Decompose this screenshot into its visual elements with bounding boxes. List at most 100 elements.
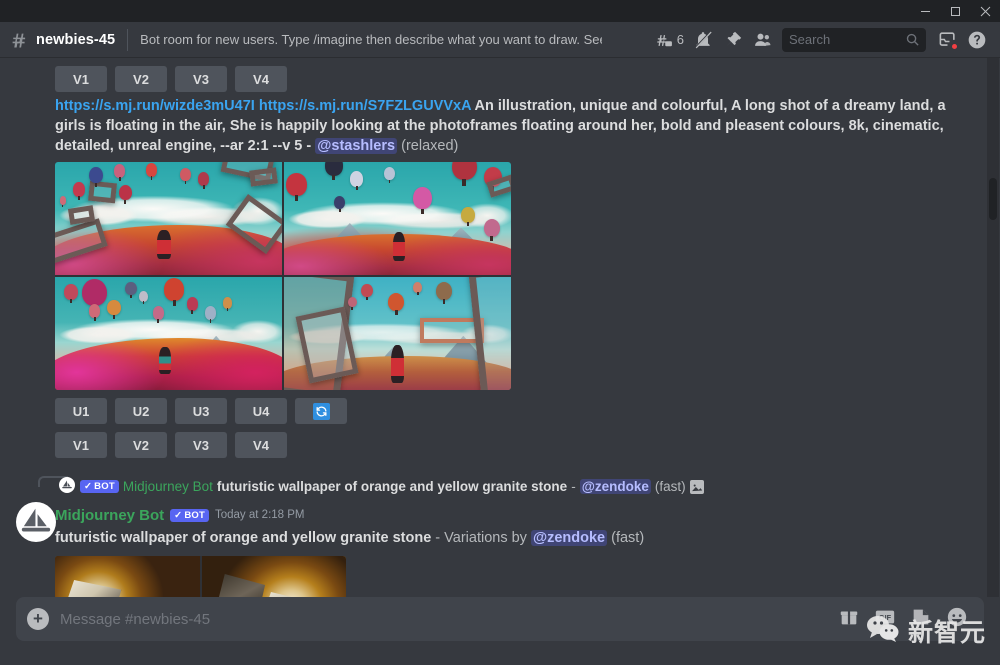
- balloon: [73, 182, 84, 197]
- grid-image-3[interactable]: [55, 277, 282, 390]
- image-attachment-grid[interactable]: [0, 548, 987, 597]
- discord-window: newbies-45 Bot room for new users. Type …: [0, 0, 1000, 665]
- header-icon-group: 6 Search: [652, 26, 992, 54]
- reply-mode: (fast): [655, 479, 686, 494]
- message-timestamp: Today at 2:18 PM: [215, 509, 305, 521]
- verified-check-icon: ✓: [84, 481, 92, 492]
- button-v3[interactable]: V3: [175, 66, 227, 92]
- message-header: Midjourney Bot ✓BOT Today at 2:18 PM: [0, 504, 987, 526]
- user-mention[interactable]: @stashlers: [315, 138, 397, 154]
- photo-frame: [249, 167, 278, 186]
- message-input[interactable]: Message #newbies-45: [60, 611, 838, 628]
- balloon: [64, 284, 78, 300]
- grid-image-2[interactable]: [284, 162, 511, 275]
- variations-by-label: Variations by: [444, 530, 527, 546]
- variation-button-row: V1 V2 V3 V4: [0, 424, 987, 458]
- photo-frame: [88, 181, 117, 204]
- balloon: [139, 291, 148, 302]
- button-v3[interactable]: V3: [175, 432, 227, 458]
- threads-icon[interactable]: 6: [652, 26, 688, 54]
- button-u2[interactable]: U2: [115, 398, 167, 424]
- reply-user-mention[interactable]: @zendoke: [580, 479, 651, 494]
- generation-mode: (fast): [611, 530, 644, 546]
- button-v4[interactable]: V4: [235, 66, 287, 92]
- reply-dash: -: [571, 479, 576, 494]
- bell-muted-icon[interactable]: [688, 26, 718, 54]
- button-v2[interactable]: V2: [115, 66, 167, 92]
- grid-image-4[interactable]: [284, 277, 511, 390]
- button-v1[interactable]: V1: [55, 432, 107, 458]
- message-composer: + Message #newbies-45 GIF: [0, 597, 1000, 665]
- balloon: [89, 167, 103, 184]
- image-attachment-grid[interactable]: [0, 156, 987, 390]
- close-icon[interactable]: [970, 0, 1000, 22]
- balloon: [361, 284, 372, 298]
- balloon: [146, 163, 157, 177]
- balloon: [286, 173, 306, 196]
- balloon: [180, 168, 191, 182]
- scrollbar-thumb[interactable]: [989, 178, 997, 220]
- balloon: [198, 172, 209, 186]
- members-icon[interactable]: [748, 26, 778, 54]
- button-v2[interactable]: V2: [115, 432, 167, 458]
- figure-girl: [391, 345, 405, 383]
- button-v4[interactable]: V4: [235, 432, 287, 458]
- button-v1[interactable]: V1: [55, 66, 107, 92]
- balloon: [484, 219, 500, 237]
- balloon: [461, 207, 475, 223]
- emoji-icon[interactable]: [946, 606, 968, 633]
- pin-icon[interactable]: [718, 26, 748, 54]
- reply-author-name[interactable]: Midjourney Bot: [123, 479, 213, 494]
- stone-image-1[interactable]: [55, 556, 200, 597]
- image-attachment-icon: [690, 480, 704, 494]
- balloon: [125, 282, 136, 296]
- mj-seed-link-2[interactable]: https://s.mj.run/S7FZLGUVVxA: [259, 98, 471, 114]
- gif-icon[interactable]: GIF: [874, 606, 896, 633]
- channel-header: newbies-45 Bot room for new users. Type …: [0, 22, 1000, 58]
- midjourney-2x2-grid[interactable]: [55, 162, 511, 390]
- button-u1[interactable]: U1: [55, 398, 107, 424]
- add-attachment-button[interactable]: +: [16, 597, 60, 641]
- stone-image-2[interactable]: [202, 556, 347, 597]
- balloon: [153, 306, 164, 320]
- thread-count: 6: [677, 32, 684, 47]
- scrollbar-track[interactable]: [987, 58, 999, 597]
- mj-seed-link-1[interactable]: https://s.mj.run/wizde3mU47I: [55, 98, 255, 114]
- window-titlebar: [0, 0, 1000, 22]
- upscale-button-row: U1 U2 U3 U4: [0, 390, 987, 424]
- figure-girl: [393, 232, 405, 261]
- balloon: [114, 164, 125, 178]
- balloon: [413, 187, 431, 210]
- grid-image-1[interactable]: [55, 162, 282, 275]
- message-scroller[interactable]: V1 V2 V3 V4 https://s.mj.run/wizde3mU47I…: [0, 58, 1000, 597]
- channel-name: newbies-45: [36, 32, 115, 48]
- button-u3[interactable]: U3: [175, 398, 227, 424]
- search-input[interactable]: Search: [782, 28, 926, 52]
- composer-input-wrapper[interactable]: + Message #newbies-45 GIF: [16, 597, 984, 641]
- gift-icon[interactable]: [838, 606, 860, 633]
- avatar[interactable]: [16, 502, 56, 542]
- help-circle-icon[interactable]: [962, 26, 992, 54]
- bot-label: BOT: [94, 481, 115, 492]
- reply-preview[interactable]: ✓BOT Midjourney Bot futuristic wallpaper…: [0, 474, 987, 496]
- button-reroll[interactable]: [295, 398, 347, 424]
- channel-hash-icon: [10, 30, 30, 50]
- midjourney-stone-grid[interactable]: [55, 556, 346, 597]
- balloon: [82, 279, 107, 306]
- balloon: [107, 300, 121, 316]
- message-author[interactable]: Midjourney Bot: [55, 507, 164, 524]
- composer-icon-group: GIF: [838, 606, 968, 633]
- reroll-refresh-icon: [313, 403, 330, 420]
- maximize-icon[interactable]: [940, 0, 970, 22]
- user-mention[interactable]: @zendoke: [531, 530, 607, 546]
- message-dash: -: [435, 530, 440, 546]
- balloon: [205, 306, 216, 320]
- balloon: [325, 162, 343, 176]
- variation-button-row: V1 V2 V3 V4: [0, 62, 987, 92]
- minimize-icon[interactable]: [910, 0, 940, 22]
- inbox-icon[interactable]: [932, 26, 962, 54]
- svg-text:GIF: GIF: [879, 612, 892, 621]
- sticker-icon[interactable]: [910, 606, 932, 633]
- button-u4[interactable]: U4: [235, 398, 287, 424]
- balloon: [384, 167, 395, 181]
